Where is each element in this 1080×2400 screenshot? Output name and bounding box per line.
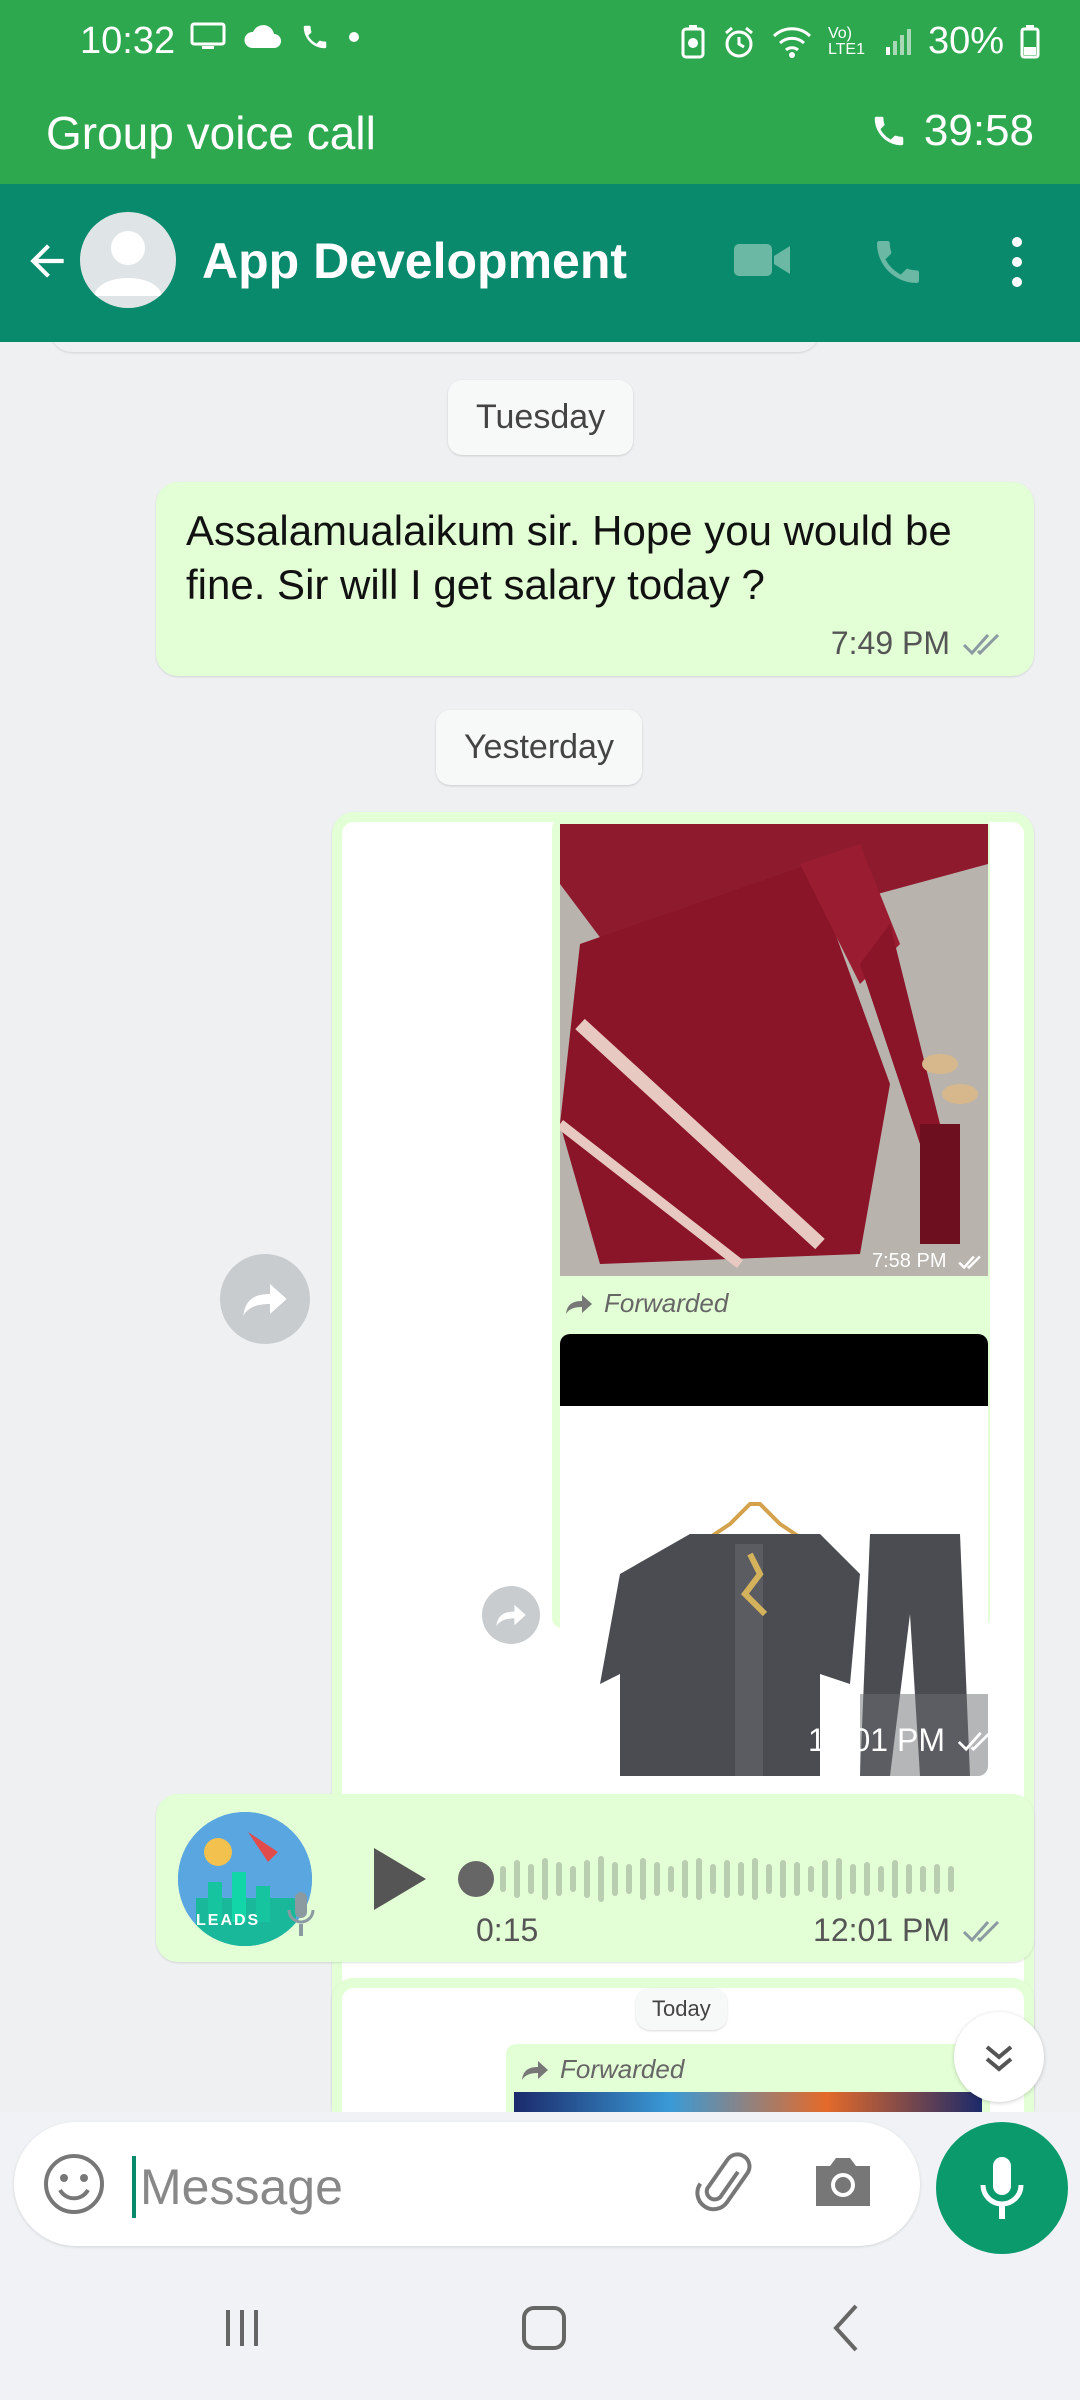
screen-cast-icon (190, 22, 226, 49)
avatar-label: LEADS (196, 1912, 261, 1929)
play-icon[interactable] (370, 1846, 430, 1912)
composer: Message (0, 2112, 1080, 2264)
recent-apps-icon[interactable] (212, 2298, 272, 2358)
call-timer: 39:58 (870, 106, 1034, 156)
forward-arrow-icon (522, 2060, 548, 2080)
call-timer-text: 39:58 (923, 106, 1034, 155)
forwarded-partial-card[interactable]: Forwarded (506, 2044, 990, 2112)
back-nav-icon[interactable] (818, 2298, 878, 2358)
message-time: 7:49 PM (830, 625, 950, 661)
message-meta: 7:49 PM (831, 625, 1008, 662)
phone-icon (874, 116, 904, 146)
message-input[interactable]: Message (140, 2158, 343, 2216)
share-icon (243, 1284, 287, 1316)
person-icon (94, 231, 162, 296)
camera-icon[interactable] (810, 2152, 876, 2212)
forwarded-label-2: Forwarded (520, 2054, 684, 2085)
emoji-icon[interactable] (42, 2152, 106, 2216)
status-time: 10:32 (80, 20, 176, 62)
call-banner-label: Group voice call (46, 107, 376, 159)
date-separator-today: Today (636, 1988, 727, 2030)
read-receipt-icon (962, 1920, 1000, 1942)
date-separator-yesterday: Yesterday (436, 710, 642, 785)
microphone-icon (980, 2157, 1024, 2219)
forwarded-label: Forwarded (564, 1288, 728, 1319)
battery-saver-icon (681, 24, 705, 58)
battery-icon (1020, 24, 1040, 58)
read-receipt-icon (957, 1731, 991, 1751)
cloud-icon (244, 25, 281, 48)
back-arrow-icon[interactable] (22, 236, 72, 286)
text-caret (132, 2156, 136, 2218)
share-button-2[interactable] (482, 1586, 540, 1644)
double-chevron-down-icon (985, 2045, 1013, 2072)
attachment-icon[interactable] (694, 2152, 760, 2218)
share-button-1[interactable] (220, 1254, 310, 1344)
share-icon (496, 1604, 526, 1627)
partial-image (514, 2092, 982, 2112)
read-receipt-icon (958, 1255, 982, 1269)
message-input-box[interactable]: Message (14, 2122, 920, 2246)
wifi-icon (772, 26, 811, 58)
forward-arrow-icon (566, 1294, 592, 1314)
network-label: Vo) LTE1 (827, 24, 865, 58)
chat-title[interactable]: App Development (202, 232, 627, 290)
image-2-meta: 12:01 PM (808, 1722, 999, 1759)
signal-icon (885, 28, 911, 55)
audio-waveform[interactable] (456, 1844, 986, 1914)
voice-note-duration: 0:15 (476, 1912, 539, 1948)
read-receipt-icon (962, 633, 1000, 655)
message-bubble-1[interactable]: Assalamualaikum sir. Hope you would be f… (156, 482, 1034, 676)
chat-area[interactable]: Tuesday Assalamualaikum sir. Hope you wo… (0, 342, 1080, 2112)
home-icon[interactable] (514, 2298, 574, 2358)
video-call-icon[interactable] (730, 236, 794, 284)
voice-note-bubble[interactable]: LEADS 0:15 12:01 PM (156, 1794, 1034, 1962)
date-separator-tuesday: Tuesday (448, 380, 634, 455)
grey-dress-photo (560, 1334, 988, 1776)
status-icons-right: Vo) LTE1 30% (680, 20, 1040, 63)
voice-note-meta: 12:01 PM (813, 1912, 1008, 1949)
dot-icon (349, 32, 359, 42)
voice-call-icon[interactable] (870, 234, 926, 290)
image-message-dress-grey[interactable] (560, 1334, 988, 1776)
message-text: Assalamualaikum sir. Hope you would be f… (186, 507, 952, 608)
voice-record-button[interactable] (936, 2122, 1068, 2254)
image-1-time: 7:58 PM (872, 1250, 947, 1272)
group-avatar[interactable] (80, 212, 176, 308)
voice-note-time: 12:01 PM (813, 1912, 950, 1948)
mic-badge-icon (287, 1892, 315, 1936)
image-1-meta: 7:58 PM (872, 1250, 986, 1273)
chat-header: App Development (0, 184, 1080, 342)
more-options-icon[interactable] (1000, 232, 1034, 292)
red-dress-photo (560, 824, 988, 1276)
alarm-icon (724, 26, 753, 57)
previous-message-edge (50, 342, 820, 352)
battery-percent: 30% (927, 20, 1004, 62)
status-bar: 10:32 Vo) LTE1 30% (0, 0, 1080, 92)
group-call-banner[interactable]: Group voice call 39:58 (0, 92, 1080, 184)
image-2-time: 12:01 PM (808, 1722, 945, 1758)
status-icons-left (190, 22, 360, 52)
system-nav-bar (0, 2264, 1080, 2400)
scroll-to-bottom-button[interactable] (954, 2012, 1044, 2102)
call-status-icon (303, 25, 327, 49)
